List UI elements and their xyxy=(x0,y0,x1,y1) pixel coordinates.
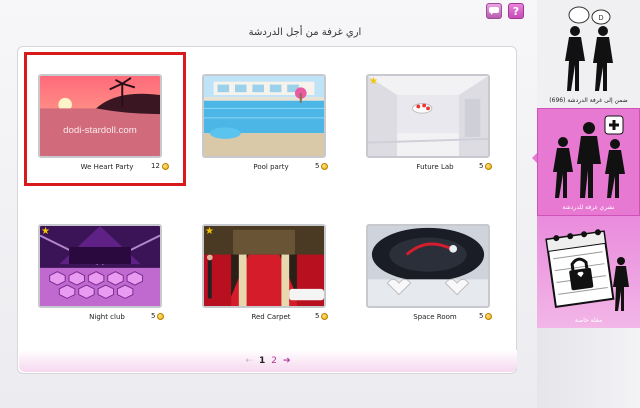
room-thumbnail xyxy=(202,74,326,158)
room-name: Night club xyxy=(89,313,125,321)
room-card-we-heart-party[interactable]: dodi-stardoll.com We Heart Party 12 xyxy=(24,52,186,186)
count-value: 5 xyxy=(479,312,484,320)
room-thumbnail: ★ xyxy=(38,224,162,308)
page-title: اري غرفة من أجل الدردشة xyxy=(248,27,362,38)
chat-icon[interactable] xyxy=(486,3,502,19)
room-user-count: 5 xyxy=(479,312,493,320)
room-name: We Heart Party xyxy=(80,163,134,171)
room-list-panel: dodi-stardoll.com We Heart Party 12 Pool… xyxy=(17,46,517,374)
room-name: Red Carpet xyxy=(251,313,291,321)
create-chat-label: نشري غرفة للدردشة xyxy=(562,204,615,211)
chat-bubble-icon xyxy=(489,7,499,15)
room-user-count: 5 xyxy=(479,162,493,170)
coin-icon xyxy=(161,162,169,170)
room-name: Pool party xyxy=(253,163,289,171)
count-value: 12 xyxy=(151,162,160,170)
room-user-count: 5 xyxy=(151,312,165,320)
pool-image xyxy=(204,76,324,156)
private-party-label: مقلة خاصة xyxy=(574,317,603,324)
create-chat-room-button[interactable]: نشري غرفة للدردشة xyxy=(537,108,640,216)
two-girls-chat-icon: D xyxy=(564,6,613,91)
svg-text:D: D xyxy=(598,15,603,22)
count-value: 5 xyxy=(151,312,156,320)
room-card-pool-party[interactable]: Pool party 5 xyxy=(191,55,347,183)
calendar-lock-icon xyxy=(544,229,629,311)
future-lab-image xyxy=(368,76,488,156)
coin-icon xyxy=(485,162,493,170)
room-thumbnail: ★ xyxy=(202,224,326,308)
star-icon: ★ xyxy=(41,226,50,237)
sidebar: D ضمن إلى غرفة الدردشة (696) نشري غرفة ل… xyxy=(537,0,640,408)
room-name: Future Lab xyxy=(416,163,454,171)
room-user-count: 5 xyxy=(315,162,329,170)
star-icon: ★ xyxy=(369,76,378,87)
red-carpet-image xyxy=(204,226,324,306)
join-chat-label: ضمن إلى غرفة الدردشة (696) xyxy=(549,97,628,104)
sunset-beach-image: dodi-stardoll.com xyxy=(40,76,160,156)
room-thumbnail: ★ xyxy=(366,74,490,158)
room-card-future-lab[interactable]: ★ Future Lab 5 xyxy=(355,55,511,183)
coin-icon xyxy=(321,162,329,170)
coin-icon xyxy=(321,312,329,320)
stage: ? اري غرفة من أجل الدردشة dodi-stardoll.… xyxy=(0,0,640,408)
room-card-night-club[interactable]: ★ Night club 5 xyxy=(27,205,183,333)
page-1-link: 1 xyxy=(259,356,266,366)
watermark-text: dodi-stardoll.com xyxy=(63,125,137,136)
star-icon: ★ xyxy=(205,226,214,237)
night-club-image xyxy=(40,226,160,306)
page-2-link[interactable]: 2 xyxy=(271,356,277,366)
coin-icon xyxy=(157,312,165,320)
group-plus-icon xyxy=(552,115,625,198)
room-user-count: 12 xyxy=(151,162,169,170)
room-name: Space Room xyxy=(413,313,457,321)
room-user-count: 5 xyxy=(315,312,329,320)
pagination: ⇠ 1 2 ➔ xyxy=(19,350,517,372)
room-thumbnail xyxy=(366,224,490,308)
next-page-arrow-icon[interactable]: ➔ xyxy=(283,356,291,366)
room-card-red-carpet[interactable]: ★ Red Carpet 5 xyxy=(191,205,347,333)
coin-icon xyxy=(485,312,493,320)
prev-page-arrow-icon[interactable]: ⇠ xyxy=(245,356,253,366)
join-chat-room-button[interactable]: D ضمن إلى غرفة الدردشة (696) xyxy=(537,0,640,108)
room-card-space-room[interactable]: Space Room 5 xyxy=(355,205,511,333)
count-value: 5 xyxy=(315,162,320,170)
private-party-button[interactable]: مقلة خاصة xyxy=(537,216,640,328)
help-icon[interactable]: ? xyxy=(508,3,524,19)
room-thumbnail: dodi-stardoll.com xyxy=(38,74,162,158)
count-value: 5 xyxy=(315,312,320,320)
count-value: 5 xyxy=(479,162,484,170)
space-room-image xyxy=(368,226,488,306)
